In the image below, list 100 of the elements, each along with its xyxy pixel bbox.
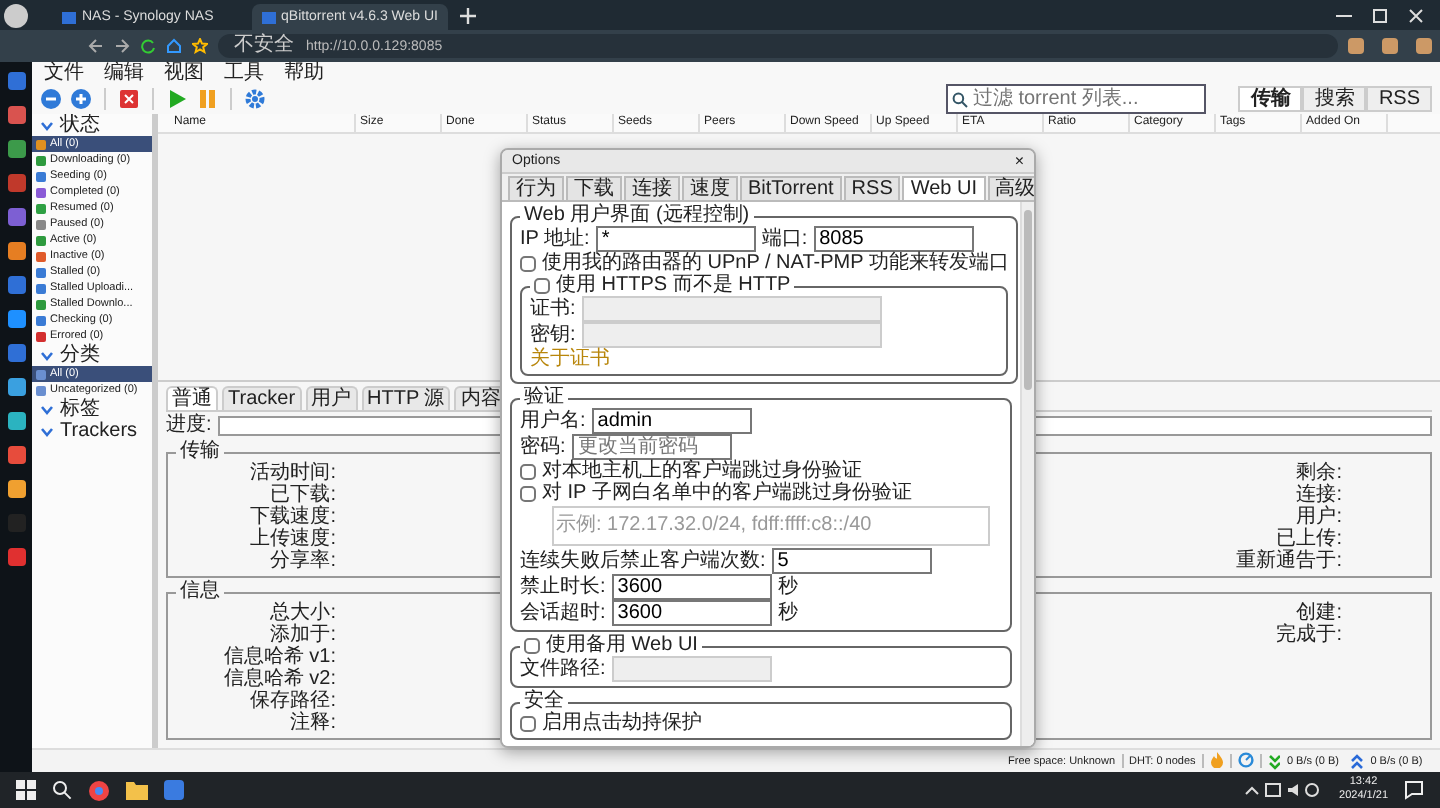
property-label: 信息哈希 v1: xyxy=(223,646,336,668)
reload-icon[interactable] xyxy=(140,38,156,54)
details-tab[interactable]: 普通 xyxy=(166,386,218,410)
checkbox[interactable] xyxy=(520,255,536,271)
property-label: 已上传: xyxy=(1276,528,1342,550)
input-field[interactable]: 3600 xyxy=(611,600,772,626)
options-tab[interactable]: 连接 xyxy=(624,176,680,200)
input-field[interactable]: 5 xyxy=(771,548,932,574)
details-tab[interactable]: HTTP 源 xyxy=(361,386,451,410)
field-label: 证书: xyxy=(530,298,576,320)
menu-item[interactable]: 编辑 xyxy=(104,62,144,84)
details-tab[interactable]: 用户 xyxy=(305,386,358,410)
search-icon[interactable] xyxy=(52,780,72,800)
unit-label: 秒 xyxy=(777,602,798,624)
property-label: 活动时间: xyxy=(250,462,336,484)
start-icon[interactable] xyxy=(16,780,36,800)
checkbox-label: 使用我的路由器的 UPnP / NAT-PMP 功能来转发端口 xyxy=(542,252,1009,274)
group-legend: Web 用户界面 (远程控制) xyxy=(524,206,750,226)
restore-icon[interactable] xyxy=(1372,7,1388,23)
scrollbar[interactable] xyxy=(1020,202,1034,746)
extension-icon[interactable] xyxy=(1416,38,1432,54)
upload-icon xyxy=(1350,753,1365,769)
unit-label: 秒 xyxy=(777,576,798,598)
property-label: 下载速度: xyxy=(250,506,336,528)
property-label: 信息哈希 v2: xyxy=(223,668,336,690)
field-label: 端口: xyxy=(761,228,808,250)
property-label: 保存路径: xyxy=(250,690,336,712)
options-tab[interactable]: Web UI xyxy=(902,176,986,200)
extension-icon[interactable] xyxy=(1382,38,1398,54)
filter-section-header[interactable]: 标签 xyxy=(32,398,152,420)
options-tab[interactable]: 下载 xyxy=(566,176,622,200)
input-field[interactable]: 3600 xyxy=(611,574,772,600)
group-legend: 使用 HTTPS 而不是 HTTP xyxy=(556,276,791,296)
back-icon[interactable] xyxy=(88,38,104,54)
property-label: 重新通告于: xyxy=(1236,550,1342,572)
star-icon[interactable] xyxy=(192,38,208,54)
property-label: 连接: xyxy=(1296,484,1342,506)
property-label: 已下载: xyxy=(270,484,336,506)
subnet-textarea[interactable]: 示例: 172.17.32.0/24, fdff:ffff:c8::/40 xyxy=(552,506,990,546)
home-icon[interactable] xyxy=(166,38,182,54)
settings-icon[interactable] xyxy=(244,88,266,110)
filter-section-header[interactable]: Trackers xyxy=(32,420,152,442)
options-tab[interactable]: BitTorrent xyxy=(740,176,842,200)
progress-label: 进度: xyxy=(166,414,212,436)
details-tab[interactable]: Tracker xyxy=(222,386,302,410)
options-tab[interactable]: RSS xyxy=(843,176,901,200)
delete-icon[interactable] xyxy=(118,88,140,110)
browser-icon[interactable] xyxy=(88,779,110,801)
security-label[interactable]: 不安全 xyxy=(234,36,294,56)
view-tab[interactable]: 搜索 xyxy=(1302,86,1367,112)
tray-icons[interactable] xyxy=(1243,782,1324,798)
menu-item[interactable]: 工具 xyxy=(224,62,264,84)
checkbox[interactable] xyxy=(524,638,540,654)
checkbox[interactable] xyxy=(520,715,536,731)
menu-item[interactable]: 视图 xyxy=(164,62,204,84)
group-legend: 传输 xyxy=(176,442,224,462)
field-label: IP 地址: xyxy=(520,228,590,250)
forward-icon[interactable] xyxy=(114,38,130,54)
field-label: 密码: xyxy=(520,436,566,458)
input-field[interactable]: 8085 xyxy=(813,226,974,252)
close-button[interactable]: × xyxy=(1014,152,1024,170)
checkbox[interactable] xyxy=(520,485,536,501)
input-field[interactable]: admin xyxy=(591,408,752,434)
speedometer-icon[interactable] xyxy=(1237,751,1254,771)
group-legend: 使用备用 Web UI xyxy=(546,636,698,656)
field-label: 文件路径: xyxy=(520,658,606,680)
view-tab[interactable]: 传输 xyxy=(1238,86,1303,112)
checkbox-label: 启用点击劫持保护 xyxy=(542,712,702,734)
add-icon[interactable] xyxy=(70,88,92,110)
options-tab[interactable]: 高级 xyxy=(987,176,1034,200)
property-label: 剩余: xyxy=(1296,462,1342,484)
property-label: 添加于: xyxy=(270,624,336,646)
view-tab[interactable]: RSS xyxy=(1366,86,1432,112)
menu-item[interactable]: 文件 xyxy=(44,62,84,84)
play-icon[interactable] xyxy=(166,88,188,110)
options-tab[interactable]: 行为 xyxy=(508,176,564,200)
profile-avatar[interactable] xyxy=(4,3,28,27)
property-label: 总大小: xyxy=(270,602,336,624)
options-tab[interactable]: 速度 xyxy=(682,176,738,200)
filter-section-header[interactable]: 状态 xyxy=(32,114,152,136)
folder-icon[interactable] xyxy=(126,780,148,800)
search-icon xyxy=(952,91,969,107)
checkbox-label: 对 IP 子网白名单中的客户端跳过身份验证 xyxy=(542,482,912,504)
notification-icon[interactable] xyxy=(1404,780,1424,800)
close-icon[interactable] xyxy=(1408,7,1424,23)
new-tab-icon[interactable] xyxy=(460,7,476,23)
property-label: 用户: xyxy=(1296,506,1342,528)
menu-item[interactable]: 帮助 xyxy=(284,62,324,84)
extension-icon[interactable] xyxy=(1348,38,1364,54)
search-field[interactable]: 过滤 torrent 列表... xyxy=(946,84,1207,114)
chevron-icon xyxy=(40,349,54,361)
group-legend: 验证 xyxy=(524,388,564,408)
property-label: 完成于: xyxy=(1276,624,1342,646)
group-legend: 信息 xyxy=(176,582,224,602)
input-field[interactable]: * xyxy=(595,226,756,252)
checkbox[interactable] xyxy=(520,463,536,479)
checkbox-label: 对本地主机上的客户端跳过身份验证 xyxy=(542,460,862,482)
filter-section-header[interactable]: 分类 xyxy=(32,344,152,366)
property-label: 注释: xyxy=(290,712,336,734)
checkbox[interactable] xyxy=(534,278,550,294)
